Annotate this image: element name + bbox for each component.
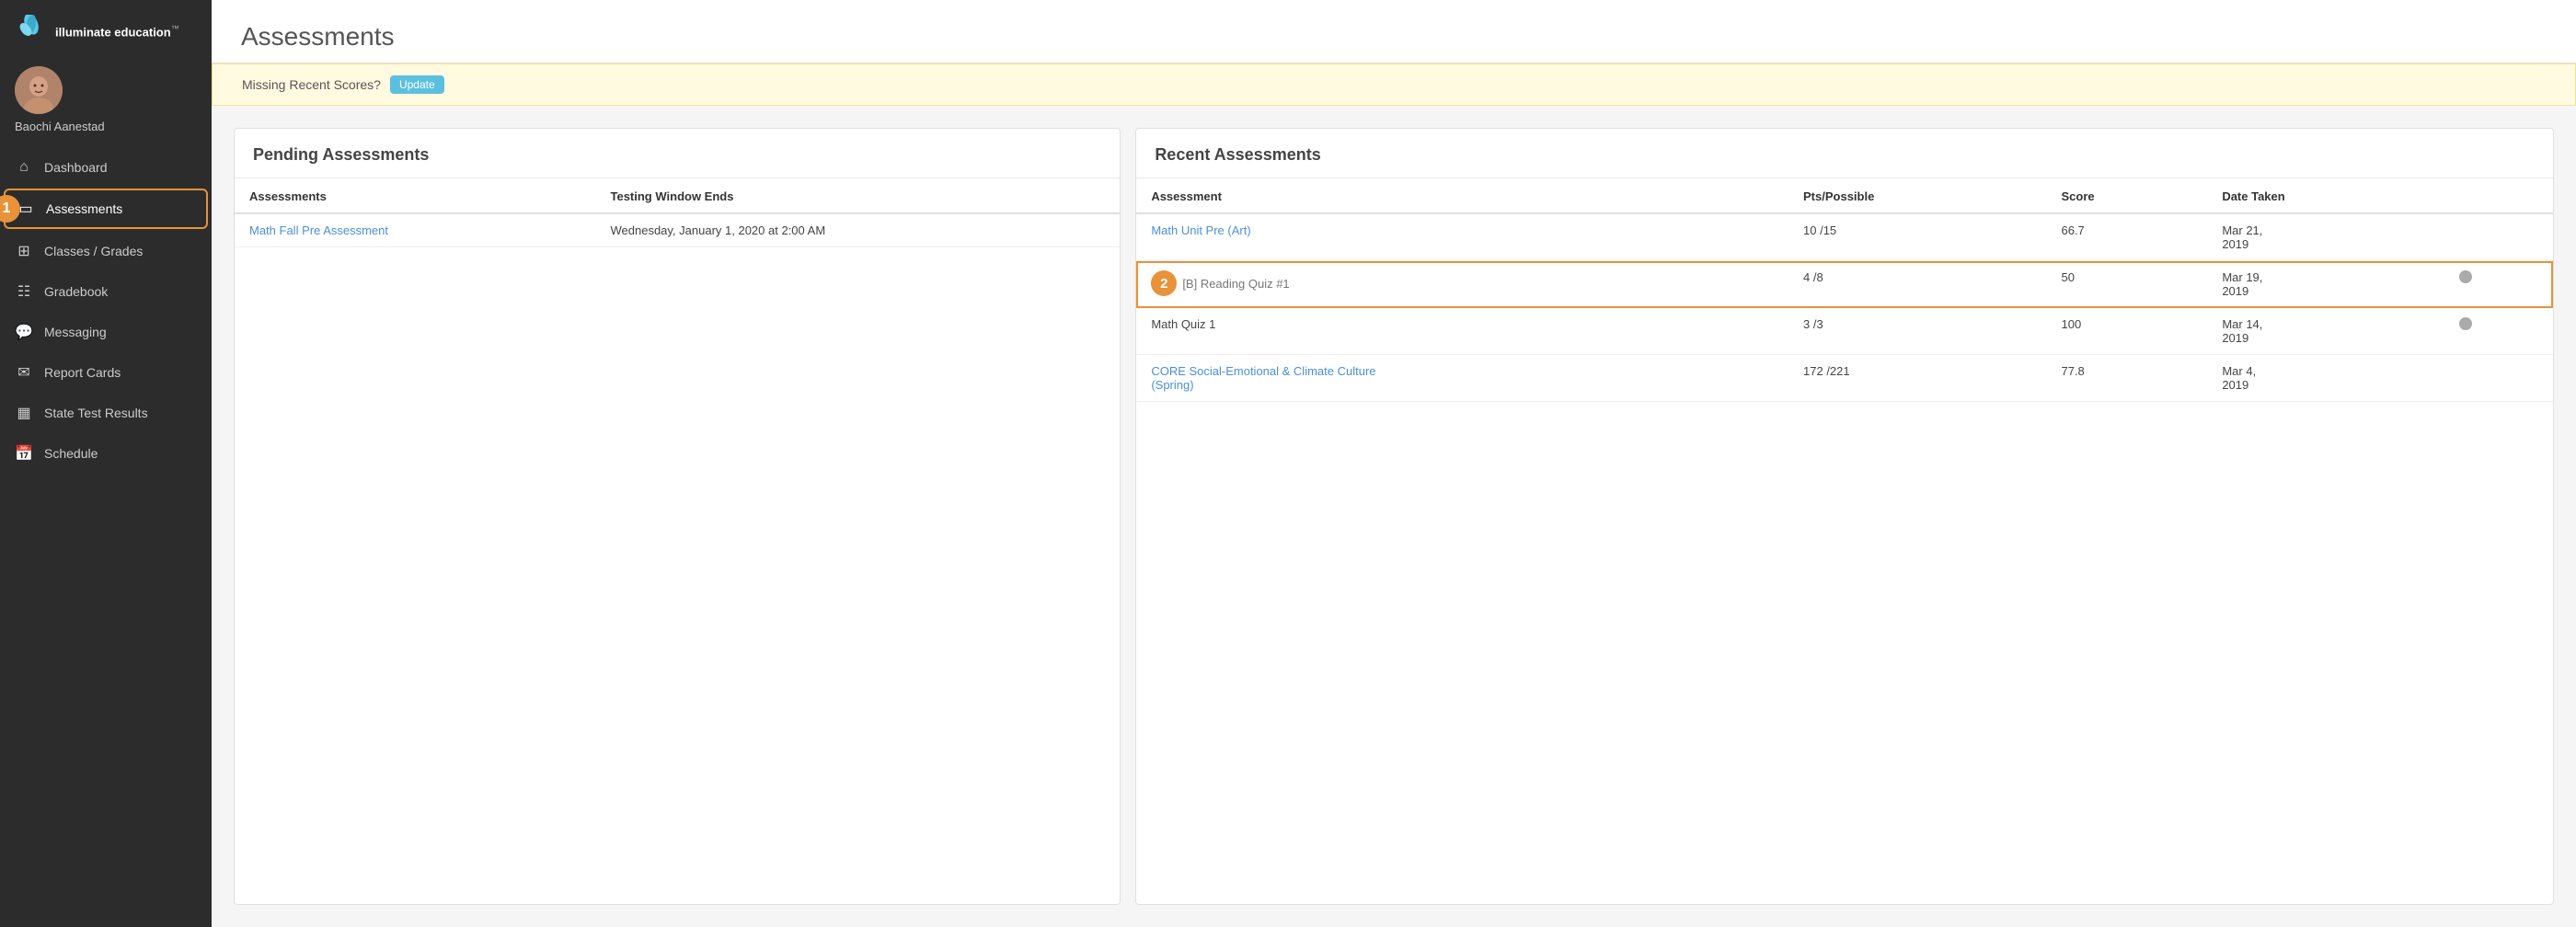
sidebar-item-state-test-results[interactable]: ▦ State Test Results (0, 393, 212, 433)
recent-score: 66.7 (2046, 213, 2207, 261)
recent-pts: 3 /3 (1788, 308, 2046, 355)
recent-col-assessment: Assessment (1136, 178, 1788, 213)
content-area: Pending Assessments Assessments Testing … (212, 106, 2576, 927)
recent-panel: Recent Assessments Assessment Pts/Possib… (1135, 128, 2554, 905)
table-row: Math Fall Pre Assessment Wednesday, Janu… (235, 213, 1120, 247)
schedule-icon: 📅 (15, 444, 33, 463)
page-title: Assessments (241, 22, 2547, 52)
table-row: Math Quiz 1 3 /3 100 Mar 14,2019 (1136, 308, 2553, 355)
sidebar-nav: ⌂ Dashboard 1 ▭ Assessments ⊞ Classes / … (0, 148, 212, 927)
info-icon[interactable] (2459, 317, 2472, 330)
pending-panel: Pending Assessments Assessments Testing … (234, 128, 1121, 905)
pending-col-assessments: Assessments (235, 178, 595, 213)
logo-area: illuminate education™ (0, 0, 212, 57)
pending-panel-title: Pending Assessments (235, 129, 1120, 178)
report-cards-icon: ✉ (15, 363, 33, 382)
recent-score: 100 (2046, 308, 2207, 355)
recent-icon-cell (2444, 261, 2553, 308)
recent-pts: 10 /15 (1788, 213, 2046, 261)
recent-assessment-name[interactable]: Math Unit Pre (Art) (1136, 213, 1788, 261)
recent-score: 77.8 (2046, 355, 2207, 402)
state-test-icon: ▦ (15, 404, 33, 422)
avatar (15, 66, 63, 114)
sidebar: illuminate education™ Baochi Aanestad ⌂ … (0, 0, 212, 927)
recent-assessment-name[interactable]: CORE Social-Emotional & Climate Culture(… (1136, 355, 1788, 402)
recent-col-extra (2444, 178, 2553, 213)
pending-window-end: Wednesday, January 1, 2020 at 2:00 AM (595, 213, 1120, 247)
recent-table-container: Assessment Pts/Possible Score Date Taken… (1136, 178, 2553, 402)
recent-col-score: Score (2046, 178, 2207, 213)
recent-date: Mar 4,2019 (2207, 355, 2444, 402)
notice-text: Missing Recent Scores? (242, 77, 381, 92)
classes-icon: ⊞ (15, 242, 33, 260)
recent-icon-cell (2444, 355, 2553, 402)
user-name: Baochi Aanestad (15, 120, 105, 133)
update-button[interactable]: Update (390, 75, 444, 94)
pending-assessment-name[interactable]: Math Fall Pre Assessment (235, 213, 595, 247)
sidebar-item-messaging[interactable]: 💬 Messaging (0, 312, 212, 352)
sidebar-item-dashboard[interactable]: ⌂ Dashboard (0, 148, 212, 187)
recent-pts: 172 /221 (1788, 355, 2046, 402)
recent-date: Mar 14,2019 (2207, 308, 2444, 355)
pending-table: Assessments Testing Window Ends Math Fal… (235, 178, 1120, 247)
sidebar-item-label: Messaging (44, 325, 107, 339)
recent-date: Mar 21,2019 (2207, 213, 2444, 261)
recent-assessment-name-highlighted: 2 [B] Reading Quiz #1 (1136, 261, 1788, 308)
sidebar-item-label: Schedule (44, 446, 98, 461)
pending-table-container: Assessments Testing Window Ends Math Fal… (235, 178, 1120, 247)
recent-assessment-text: [B] Reading Quiz #1 (1182, 277, 1289, 291)
table-row: 2 [B] Reading Quiz #1 4 /8 50 Mar 19,201… (1136, 261, 2553, 308)
sidebar-item-report-cards[interactable]: ✉ Report Cards (0, 352, 212, 393)
sidebar-item-assessments[interactable]: 1 ▭ Assessments (4, 189, 208, 229)
badge-row: 2 [B] Reading Quiz #1 (1151, 270, 1774, 296)
pending-col-window: Testing Window Ends (595, 178, 1120, 213)
user-section: Baochi Aanestad (0, 57, 212, 148)
sidebar-item-label: Gradebook (44, 284, 108, 299)
table-row: Math Unit Pre (Art) 10 /15 66.7 Mar 21,2… (1136, 213, 2553, 261)
recent-icon-cell (2444, 213, 2553, 261)
recent-panel-title: Recent Assessments (1136, 129, 2553, 178)
gradebook-icon: ☷ (15, 282, 33, 301)
dashboard-icon: ⌂ (15, 159, 33, 176)
recent-score: 50 (2046, 261, 2207, 308)
logo-text: illuminate education™ (55, 24, 179, 40)
page-header: Assessments (212, 0, 2576, 63)
sidebar-item-classes-grades[interactable]: ⊞ Classes / Grades (0, 231, 212, 271)
messaging-icon: 💬 (15, 323, 33, 341)
sidebar-item-label: Classes / Grades (44, 244, 143, 258)
sidebar-item-label: Dashboard (44, 160, 108, 175)
logo-icon (15, 15, 48, 48)
sidebar-item-label: Report Cards (44, 365, 121, 380)
info-icon[interactable] (2459, 270, 2472, 283)
sidebar-item-label: State Test Results (44, 406, 148, 420)
sidebar-item-schedule[interactable]: 📅 Schedule (0, 433, 212, 474)
recent-col-date: Date Taken (2207, 178, 2444, 213)
recent-assessment-name: Math Quiz 1 (1136, 308, 1788, 355)
recent-date: Mar 19,2019 (2207, 261, 2444, 308)
sidebar-item-gradebook[interactable]: ☷ Gradebook (0, 271, 212, 312)
table-row: CORE Social-Emotional & Climate Culture(… (1136, 355, 2553, 402)
recent-icon-cell (2444, 308, 2553, 355)
recent-col-pts: Pts/Possible (1788, 178, 2046, 213)
main-content: Assessments Missing Recent Scores? Updat… (212, 0, 2576, 927)
step2-badge: 2 (1151, 270, 1177, 296)
notice-bar: Missing Recent Scores? Update (212, 63, 2576, 106)
recent-table: Assessment Pts/Possible Score Date Taken… (1136, 178, 2553, 402)
sidebar-item-label: Assessments (46, 201, 122, 216)
recent-pts: 4 /8 (1788, 261, 2046, 308)
